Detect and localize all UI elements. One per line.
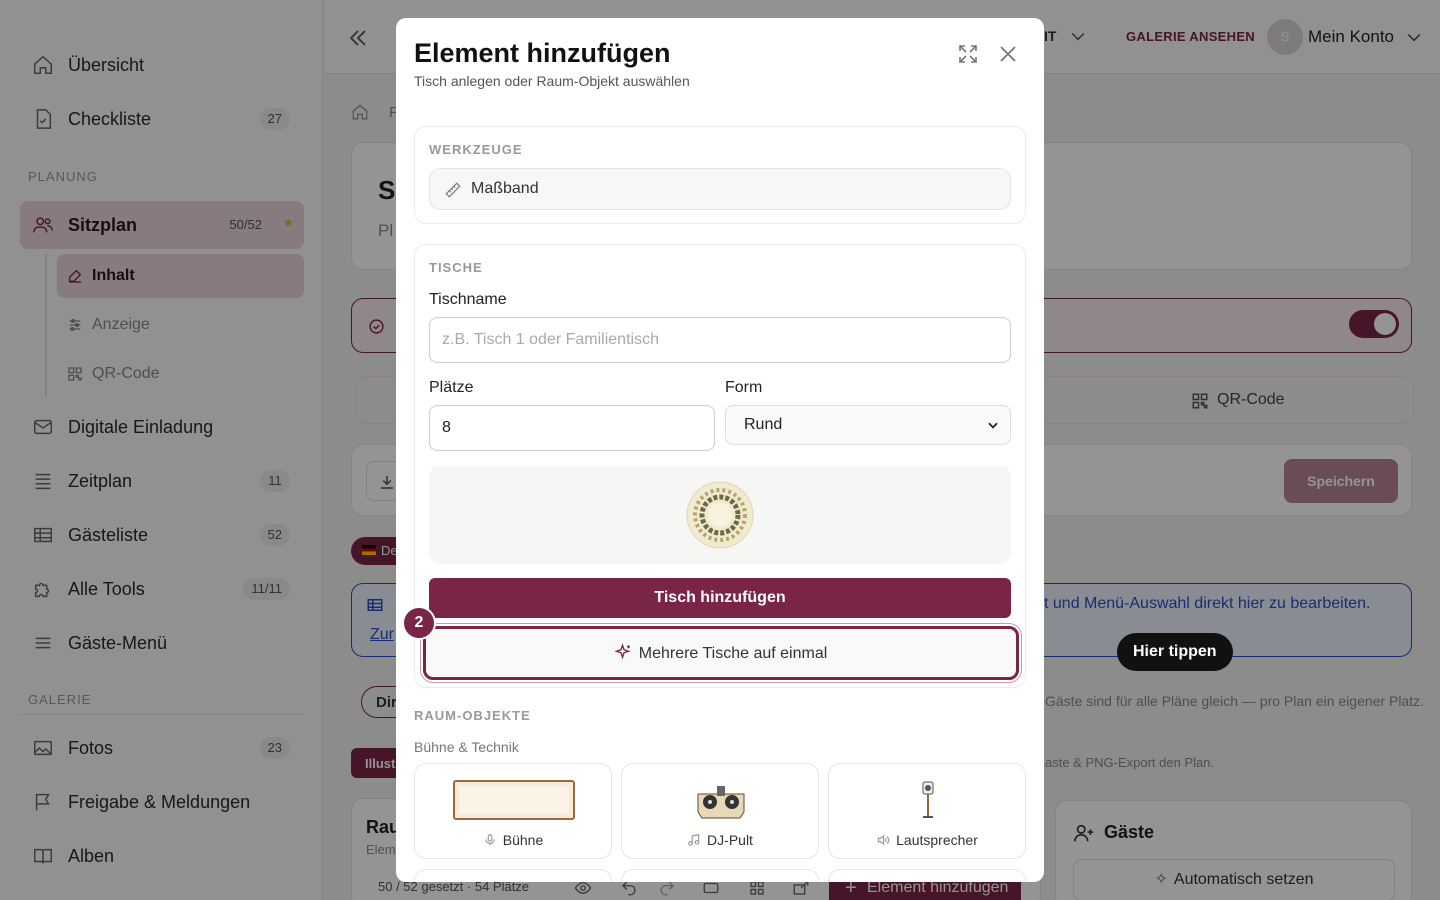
chevron-down-icon [988,422,998,429]
onboarding-step-badge: 2 [402,606,436,640]
table-name-label: Tischname [429,291,507,308]
tools-section-label: WERKZEUGE [429,142,523,157]
tables-section-label: TISCHE [429,260,483,275]
room-object-lautsprecher[interactable]: Lautsprecher [828,763,1026,859]
add-table-button[interactable]: Tisch hinzufügen [429,578,1011,618]
table-name-input[interactable] [429,317,1011,363]
room-object-label: Lautsprecher [896,832,978,848]
sparkle-icon [614,643,631,660]
microphone-icon [485,834,495,846]
room-objects-section-label: RAUM-OBJEKTE [414,708,531,723]
shape-select[interactable]: Rund [725,405,1011,445]
room-category-label: Bühne & Technik [414,739,519,755]
seats-input[interactable] [429,405,715,451]
stage-icon [453,780,575,820]
room-object-dj-pult[interactable]: DJ-Pult [621,763,819,859]
room-object-buehne[interactable]: Bühne [414,763,612,859]
measure-tool-label: Maßband [471,180,539,197]
tables-panel: TISCHE Tischname Plätze Form Rund Tisch … [414,244,1026,688]
room-object-card[interactable] [414,869,612,882]
dj-console-icon [697,786,745,819]
shape-label: Form [725,379,763,396]
ruler-icon [445,182,461,198]
measure-tool-button[interactable]: Maßband [429,168,1011,210]
round-table-preview-icon [686,481,754,549]
add-multiple-tables-button[interactable]: Mehrere Tische auf einmal [423,626,1019,680]
dialog-title: Element hinzufügen [414,38,671,68]
shape-selected-value: Rund [744,416,783,433]
add-multiple-tables-label: Mehrere Tische auf einmal [638,645,828,662]
music-note-icon [688,834,700,846]
add-element-dialog: Element hinzufügen Tisch anlegen oder Ra… [396,18,1044,882]
speaker-icon [877,834,890,846]
tap-here-tooltip[interactable]: Hier tippen [1117,633,1233,671]
room-object-card[interactable] [828,869,1026,882]
speaker-stand-icon [922,781,934,818]
room-object-card[interactable] [621,869,819,882]
expand-icon[interactable] [956,42,980,66]
table-preview [429,466,1011,564]
room-object-label: DJ-Pult [707,832,753,848]
dialog-subtitle: Tisch anlegen oder Raum-Objekt auswählen [414,73,690,89]
tools-panel: WERKZEUGE Maßband [414,126,1026,224]
room-object-label: Bühne [502,832,544,848]
close-icon[interactable] [996,42,1020,66]
seats-label: Plätze [429,379,474,396]
